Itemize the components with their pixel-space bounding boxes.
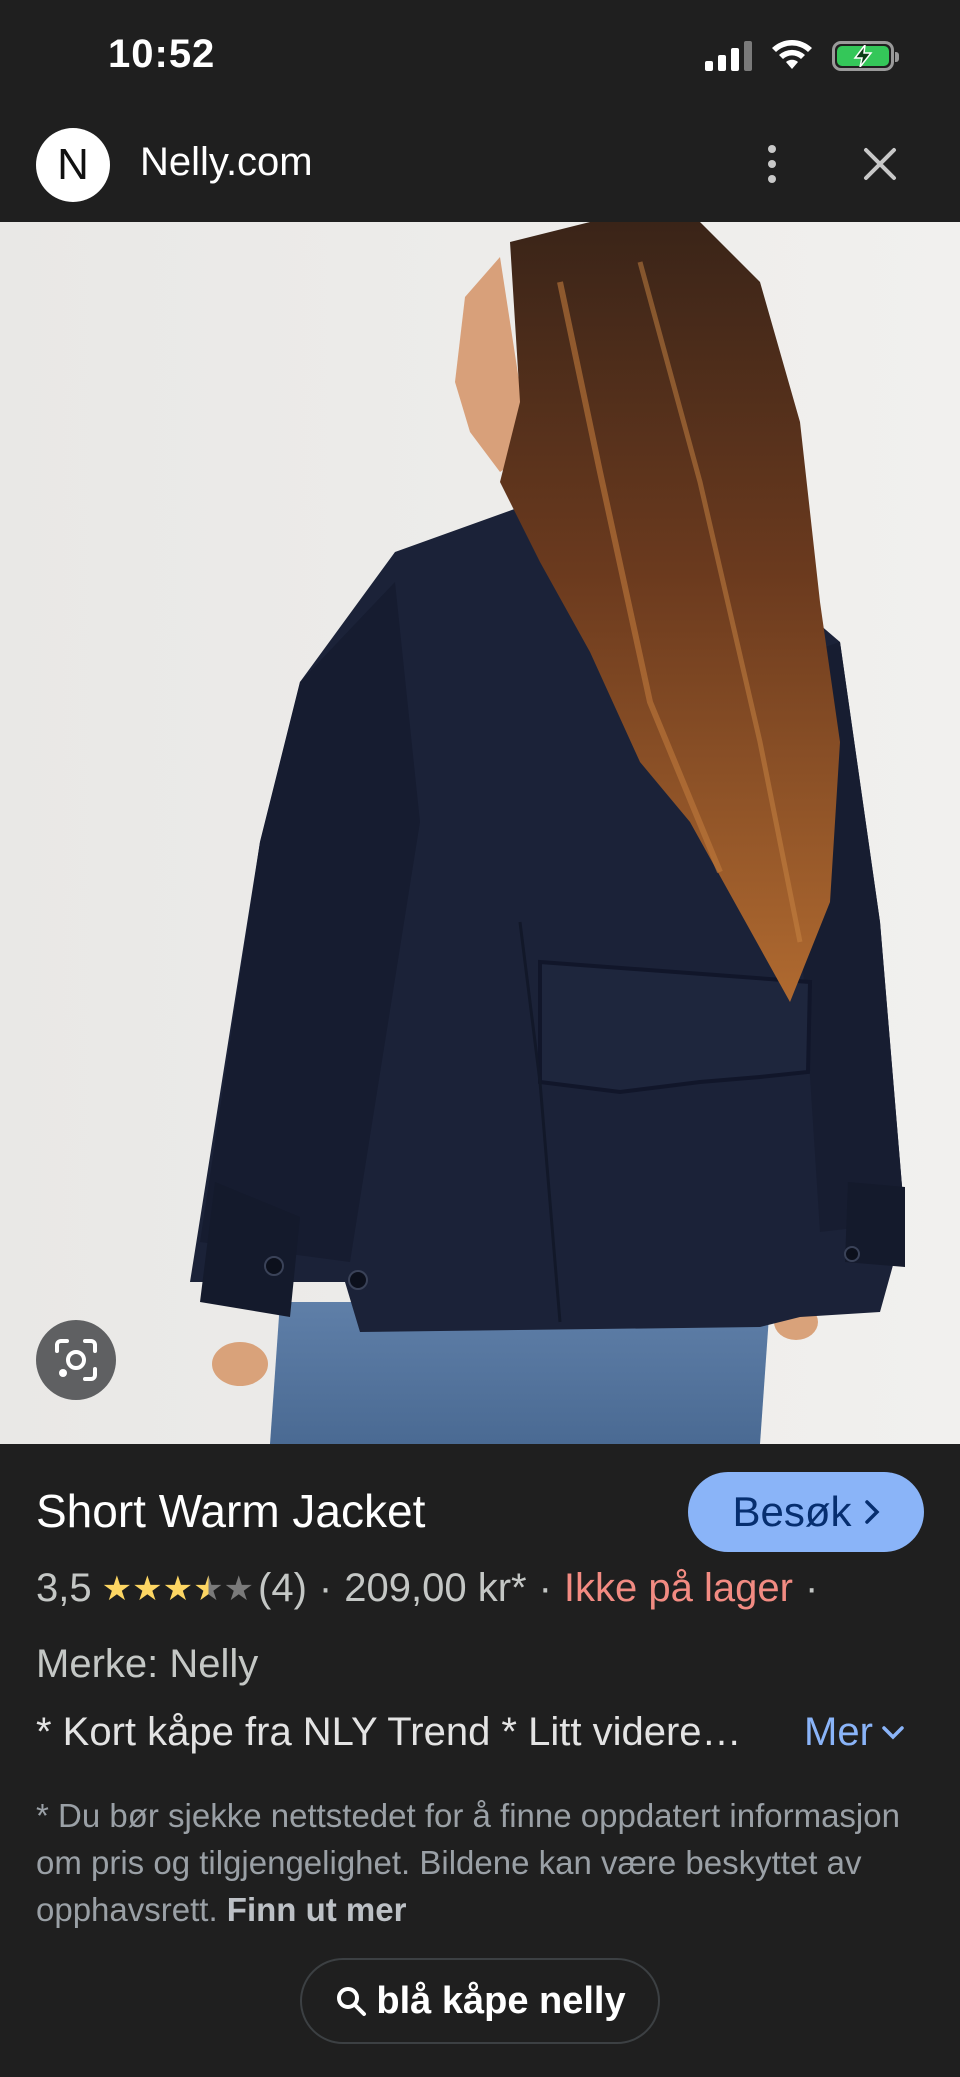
lens-glyph (55, 1339, 97, 1381)
product-image[interactable] (0, 222, 960, 1444)
rating-value: 3,5 (36, 1566, 92, 1610)
price: 209,00 kr* (344, 1566, 527, 1610)
separator: · (804, 1566, 819, 1610)
product-meta-row: 3,5 ★ ★ ★ ★ ★ (4) · 209,00 kr* · Ikke på lag… (36, 1566, 830, 1611)
product-title[interactable]: Short Warm Jacket (36, 1484, 425, 1538)
product-description: * Kort kåpe fra NLY Trend * Litt videre… (36, 1710, 742, 1754)
product-info-panel: Short Warm Jacket Besøk 3,5 ★ ★ ★ ★ ★ (4) · … (0, 1444, 960, 2077)
more-label: Mer (804, 1710, 873, 1754)
separator: · (538, 1566, 552, 1610)
visit-label: Besøk (732, 1488, 852, 1535)
site-name[interactable]: Nelly.com (140, 140, 313, 185)
cellular-signal-icon (705, 41, 752, 71)
status-icons (705, 38, 899, 74)
related-search-chip[interactable]: blå kåpe nelly (300, 1958, 660, 2044)
more-vert-icon[interactable] (752, 134, 792, 194)
status-bar: 10:52 (0, 0, 960, 112)
chevron-right-icon (864, 1500, 879, 1524)
search-icon (337, 1987, 367, 2016)
battery-icon (832, 41, 899, 71)
brand-label: Merke: Nelly (36, 1642, 259, 1686)
disclaimer: * Du bør sjekke nettstedet for å finne o… (36, 1792, 926, 1933)
jacket-photo (0, 222, 960, 1444)
search-query: blå kåpe nelly (376, 1979, 626, 2022)
review-count[interactable]: (4) (258, 1566, 307, 1611)
learn-more-link[interactable]: Finn ut mer (227, 1891, 407, 1928)
wifi-icon (772, 40, 812, 69)
close-icon[interactable] (856, 140, 904, 188)
more-button[interactable]: Mer (804, 1710, 905, 1755)
visit-button[interactable]: Besøk (688, 1472, 924, 1552)
star-rating-icon: ★ ★ ★ ★ ★ (101, 1569, 255, 1608)
separator: · (318, 1566, 333, 1610)
google-lens-icon[interactable] (36, 1320, 116, 1400)
stock-status: Ikke på lager (563, 1566, 793, 1610)
disclaimer-text: * Du bør sjekke nettstedet for å finne o… (36, 1797, 900, 1928)
site-logo: N (36, 128, 110, 202)
chevron-down-icon (882, 1725, 904, 1739)
browser-header: N Nelly.com (0, 112, 960, 222)
status-time: 10:52 (108, 32, 216, 76)
